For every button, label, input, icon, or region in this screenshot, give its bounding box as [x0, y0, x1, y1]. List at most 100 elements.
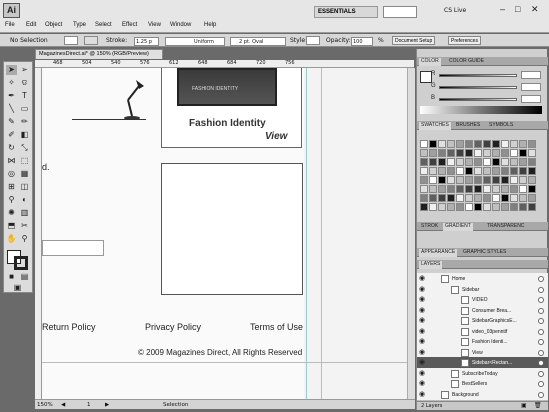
fill-swatch[interactable]	[64, 36, 78, 45]
pencil-tool-icon[interactable]: ✏	[19, 117, 30, 127]
swatch[interactable]	[429, 185, 437, 193]
prev-artboard-icon[interactable]: ◀	[61, 402, 65, 408]
pen-tool-icon[interactable]: ✒	[6, 91, 17, 101]
swatch[interactable]	[501, 203, 509, 211]
target-circle-icon[interactable]	[538, 286, 544, 293]
swatch[interactable]	[474, 149, 482, 157]
tab-graphic-styles[interactable]: GRAPHIC STYLES	[461, 249, 508, 255]
footer-link-return-policy[interactable]: Return Policy	[42, 322, 96, 332]
lamp-graphic[interactable]	[106, 76, 150, 120]
swatch[interactable]	[510, 158, 518, 166]
tab-gradient[interactable]: GRADIENT	[443, 223, 473, 231]
swatch[interactable]	[429, 149, 437, 157]
vertical-guide[interactable]	[306, 68, 307, 399]
swatch[interactable]	[420, 194, 428, 202]
preferences-button[interactable]: Preferences	[448, 36, 481, 45]
stroke-swatch[interactable]	[84, 36, 98, 45]
document-tab[interactable]: MagazinesDirect.ai* @ 150% (RGB/Preview)	[35, 49, 163, 59]
vertical-ruler[interactable]	[35, 68, 42, 399]
text-field-box[interactable]	[42, 240, 104, 256]
type-tool-icon[interactable]: T	[19, 91, 30, 101]
tab-stroke[interactable]: STROK	[419, 223, 440, 229]
target-circle-icon[interactable]	[538, 349, 544, 356]
minimize-icon[interactable]: –	[500, 4, 505, 14]
swatch[interactable]	[492, 158, 500, 166]
copyright-text[interactable]: © 2009 Magazines Direct, All Rights Rese…	[138, 348, 302, 357]
swatch[interactable]	[456, 185, 464, 193]
swatch[interactable]	[447, 167, 455, 175]
menu-help[interactable]: Help	[204, 22, 216, 28]
swatch[interactable]	[474, 167, 482, 175]
swatch[interactable]	[465, 158, 473, 166]
swatch[interactable]	[519, 167, 527, 175]
free-transform-tool-icon[interactable]: ⬚	[19, 156, 30, 166]
screen-mode-icon[interactable]: ▣	[12, 283, 23, 293]
swatch[interactable]	[429, 203, 437, 211]
visibility-eye-icon[interactable]: ◉	[419, 338, 427, 346]
eraser-tool-icon[interactable]: ◧	[19, 130, 30, 140]
swatch[interactable]	[438, 167, 446, 175]
swatch[interactable]	[456, 176, 464, 184]
visibility-eye-icon[interactable]: ◉	[419, 317, 427, 325]
lasso-tool-icon[interactable]: ଡ	[19, 78, 30, 88]
swatch[interactable]	[483, 203, 491, 211]
swatch[interactable]	[447, 194, 455, 202]
menu-select[interactable]: Select	[95, 22, 112, 28]
menu-object[interactable]: Object	[45, 22, 62, 28]
swatch[interactable]	[420, 140, 428, 148]
visibility-eye-icon[interactable]: ◉	[419, 275, 427, 283]
width-tool-icon[interactable]: ⋈	[6, 156, 17, 166]
swatch[interactable]	[528, 185, 536, 193]
swatch[interactable]	[501, 167, 509, 175]
body-text-fragment[interactable]: d.	[42, 162, 50, 172]
new-layer-icon[interactable]: ▣	[521, 402, 527, 409]
target-circle-icon[interactable]	[538, 297, 544, 303]
swatch[interactable]	[483, 185, 491, 193]
line-tool-icon[interactable]: ╲	[6, 104, 17, 114]
swatch[interactable]	[528, 176, 536, 184]
visibility-eye-icon[interactable]: ◉	[419, 359, 427, 367]
swatch[interactable]	[510, 203, 518, 211]
swatch[interactable]	[465, 167, 473, 175]
horizontal-ruler[interactable]: 468 504 540 576 612 648 684 720 756	[35, 60, 414, 68]
opacity-input[interactable]: 100	[351, 37, 373, 46]
tab-brushes[interactable]: BRUSHES	[454, 122, 482, 128]
swatch[interactable]	[429, 158, 437, 166]
video-title[interactable]: Fashion Identity	[189, 118, 266, 129]
swatch[interactable]	[528, 140, 536, 148]
tab-layers[interactable]: LAYERS	[419, 261, 443, 269]
footer-link-terms-of-use[interactable]: Terms of Use	[250, 322, 303, 332]
stroke-profile-select[interactable]: Uniform	[165, 37, 225, 46]
shape-builder-tool-icon[interactable]: ◎	[6, 169, 17, 179]
close-icon[interactable]: ✕	[531, 4, 539, 15]
brush-definition-select[interactable]: 2 pt. Oval	[230, 37, 286, 46]
visibility-eye-icon[interactable]: ◉	[419, 307, 427, 315]
swatch[interactable]	[429, 194, 437, 202]
swatch[interactable]	[492, 167, 500, 175]
menu-effect[interactable]: Effect	[122, 22, 137, 28]
direct-selection-tool-icon[interactable]: ➢	[19, 65, 30, 75]
swatch[interactable]	[438, 185, 446, 193]
tab-color[interactable]: COLOR	[419, 58, 441, 66]
swatch[interactable]	[510, 176, 518, 184]
swatch[interactable]	[420, 158, 428, 166]
slice-tool-icon[interactable]: ✂	[19, 221, 30, 231]
swatch[interactable]	[483, 176, 491, 184]
swatch[interactable]	[438, 140, 446, 148]
zoom-tool-icon[interactable]: ⚲	[19, 234, 30, 244]
swatch[interactable]	[483, 158, 491, 166]
artboard-tool-icon[interactable]: ⬒	[6, 221, 17, 231]
visibility-eye-icon[interactable]: ◉	[419, 349, 427, 357]
swatch[interactable]	[420, 185, 428, 193]
maximize-icon[interactable]: □	[515, 4, 520, 14]
swatch[interactable]	[474, 140, 482, 148]
tab-swatches[interactable]: SWATCHES	[419, 122, 451, 130]
swatch[interactable]	[465, 194, 473, 202]
target-circle-icon[interactable]	[538, 328, 544, 335]
swatch[interactable]	[519, 149, 527, 157]
swatch[interactable]	[492, 185, 500, 193]
swatch[interactable]	[447, 158, 455, 166]
swatch[interactable]	[438, 149, 446, 157]
swatch[interactable]	[510, 185, 518, 193]
swatch-grid[interactable]	[420, 140, 538, 214]
